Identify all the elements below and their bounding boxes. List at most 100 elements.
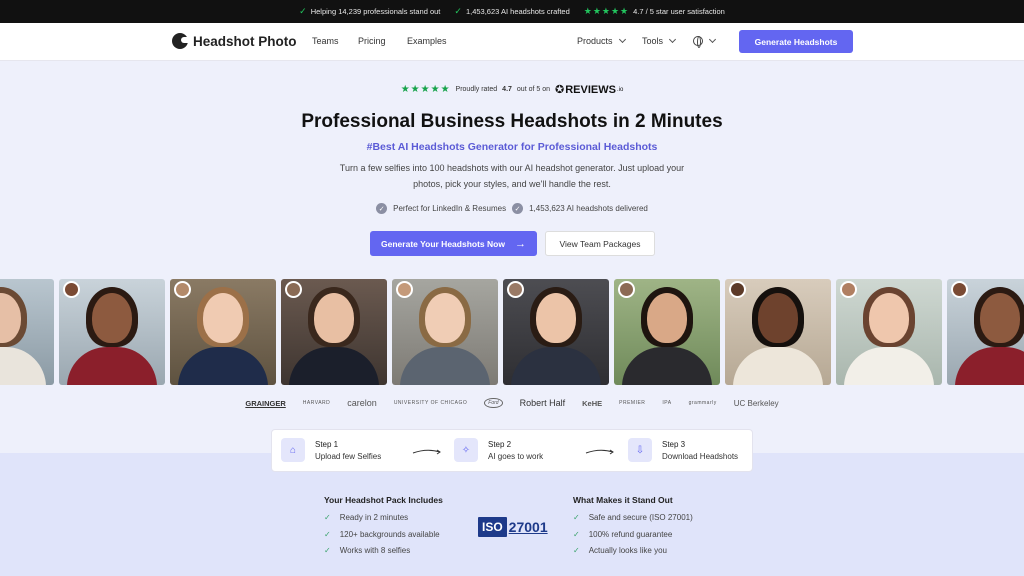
list-item-text: Ready in 2 minutes — [339, 513, 409, 522]
logo-icon — [172, 33, 189, 49]
list-item: ✓ Ready in 2 minutes — [324, 513, 443, 522]
feature-item: ✓ 1,453,623 AI headshots delivered — [512, 203, 648, 214]
selfie-thumbnail — [396, 281, 413, 298]
headshot-photo — [947, 279, 1024, 385]
step-title: Step 2 — [488, 439, 512, 449]
selfie-thumbnail — [285, 281, 302, 298]
announcement-text: 1,453,623 AI headshots crafted — [465, 7, 570, 16]
list-item: ✓ Safe and secure (ISO 27001) — [573, 513, 693, 522]
rating-suffix: out of 5 on — [516, 86, 550, 93]
steps-card: ⌂ Step 1 Upload few Selfies ✧ Step 2 AI … — [271, 429, 753, 472]
nav-link-examples[interactable]: Examples — [407, 36, 447, 46]
generate-headshots-button[interactable]: Generate Headshots — [739, 30, 853, 53]
headshot-photo — [614, 279, 720, 385]
list-item-text: 120+ backgrounds available — [339, 529, 440, 539]
nav-link-teams[interactable]: Teams — [312, 36, 339, 46]
reviews-io-logo: ✪ REVIEWS .io — [555, 83, 624, 97]
list-item: ✓ 100% refund guarantee — [573, 530, 693, 539]
star-icon: ✪ — [555, 84, 565, 96]
chevron-down-icon — [708, 35, 717, 44]
check-circle-icon: ✓ — [512, 203, 524, 214]
check-icon: ✓ — [324, 529, 331, 539]
brand-logo[interactable]: Headshot Photo — [172, 33, 297, 49]
iso-number: 27001 — [508, 519, 548, 535]
feature-item: ✓ Perfect for LinkedIn & Resumes — [376, 203, 506, 214]
language-selector[interactable] — [693, 35, 717, 48]
feature-text: Perfect for LinkedIn & Resumes — [393, 204, 507, 213]
selfie-thumbnail — [618, 281, 635, 298]
step-upload: ⌂ Step 1 Upload few Selfies — [281, 438, 381, 462]
step-subtitle: AI goes to work — [488, 451, 544, 461]
check-icon: ✓ — [573, 529, 580, 539]
announcement-text: 4.7 / 5 star user satisfaction — [633, 7, 725, 16]
feature-text: 1,453,623 AI headshots delivered — [529, 204, 648, 213]
headshot-gallery — [0, 279, 1024, 385]
client-logo: HARVARD — [302, 400, 331, 406]
star-rating-icon: ★★★★★ — [583, 6, 630, 16]
brand-name: Headshot Photo — [193, 33, 297, 49]
headshot-photo — [59, 279, 165, 385]
selfie-thumbnail — [507, 281, 524, 298]
rating-prefix: Proudly rated — [455, 86, 498, 93]
products-label: Products — [577, 36, 613, 46]
headshot-photo — [0, 279, 54, 385]
selfie-thumbnail — [840, 281, 857, 298]
view-team-packages-button[interactable]: View Team Packages — [545, 231, 655, 256]
hero-subtitle: #Best AI Headshots Generator for Profess… — [366, 141, 658, 153]
list-item-text: Safe and secure (ISO 27001) — [588, 513, 693, 522]
iso-27001-badge: ISO 27001 — [478, 514, 548, 540]
selfie-thumbnail — [951, 281, 968, 298]
list-item: ✓ Works with 8 selfies — [324, 546, 443, 555]
rating-badge[interactable]: ★★★★★ Proudly rated 4.7 out of 5 on ✪ RE… — [0, 83, 1024, 97]
client-logo: KeHE — [582, 398, 603, 408]
list-item-text: Actually looks like you — [588, 546, 667, 555]
check-icon: ✓ — [573, 546, 580, 555]
reviews-platform-suffix: .io — [616, 86, 624, 93]
arrow-swoosh-icon — [412, 449, 441, 455]
headshot-photo — [392, 279, 498, 385]
check-icon: ✓ — [324, 546, 331, 555]
sparkle-icon: ✧ — [454, 438, 478, 462]
step-subtitle: Download Headshots — [662, 451, 739, 461]
headshot-photo — [503, 279, 609, 385]
announcement-item: ✓ 1,453,623 AI headshots crafted — [454, 6, 569, 17]
step-title: Step 1 — [315, 439, 339, 449]
upload-icon: ⌂ — [281, 438, 305, 462]
generate-headshots-now-button[interactable]: Generate Your Headshots Now → — [370, 231, 537, 256]
nav-link-pricing[interactable]: Pricing — [358, 36, 386, 46]
client-logo: grammarly — [688, 400, 717, 406]
stand-out: What Makes it Stand Out ✓ Safe and secure… — [573, 495, 693, 563]
selfie-thumbnail — [63, 281, 80, 298]
client-logo: IPA — [662, 400, 672, 406]
check-circle-icon: ✓ — [376, 203, 388, 214]
client-logo: GRAINGER — [245, 398, 286, 408]
tools-dropdown[interactable]: Tools — [642, 35, 677, 46]
list-item-text: 100% refund guarantee — [588, 529, 673, 539]
selfie-thumbnail — [729, 281, 746, 298]
client-logo: Robert Half — [519, 398, 566, 408]
list-item: ✓ Actually looks like you — [573, 546, 693, 555]
headshot-photo — [836, 279, 942, 385]
products-dropdown[interactable]: Products — [577, 35, 626, 46]
arrow-right-icon: → — [514, 237, 526, 250]
step-ai: ✧ Step 2 AI goes to work — [454, 438, 543, 462]
client-logo: UNIVERSITY OF CHICAGO — [393, 400, 468, 406]
rating-score: 4.7 — [502, 86, 512, 93]
check-icon: ✓ — [299, 6, 307, 16]
client-logo: PREMIER — [619, 400, 646, 406]
hero-description: Turn a few selfies into 100 headshots wi… — [339, 163, 685, 189]
check-icon: ✓ — [324, 513, 331, 522]
headshot-photo — [281, 279, 387, 385]
headshot-photo — [170, 279, 276, 385]
star-rating-icon: ★★★★★ — [400, 84, 451, 95]
list-item-text: Works with 8 selfies — [339, 546, 411, 555]
chevron-down-icon — [618, 35, 626, 44]
selfie-thumbnail — [174, 281, 191, 298]
chevron-down-icon — [668, 35, 677, 44]
arrow-swoosh-icon — [585, 449, 614, 455]
download-icon: ⇩ — [628, 438, 652, 462]
main-nav: Headshot Photo Teams Pricing Examples Pr… — [0, 23, 1024, 61]
hero-title: Professional Business Headshots in 2 Min… — [301, 111, 723, 132]
globe-icon — [693, 36, 703, 48]
announcement-item: ✓ Helping 14,239 professionals stand out — [299, 6, 440, 17]
